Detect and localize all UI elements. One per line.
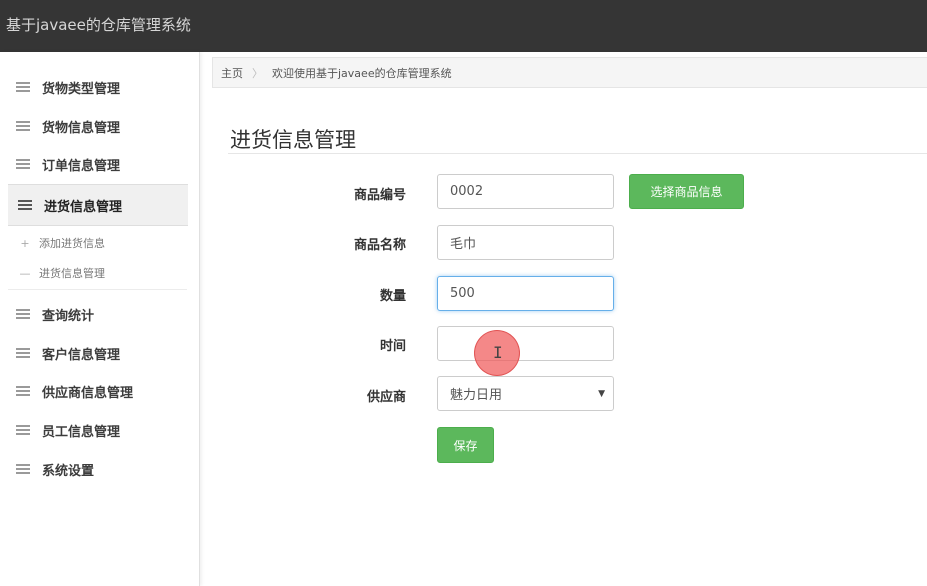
supplier-selected-value: 魅力日用 [450,388,503,403]
sidebar-item-statistics[interactable]: 查询统计 [0,296,199,332]
hamburger-icon [16,348,30,358]
plus-icon: + [20,236,30,250]
breadcrumb-current: 欢迎使用基于javaee的仓库管理系统 [272,66,452,80]
sidebar-item-label: 系统设置 [42,463,95,479]
sidebar-item-label: 货物信息管理 [42,120,121,136]
supplier-select[interactable]: 魅力日用 ▼ [437,376,614,411]
product-code-label: 商品编号 [353,188,406,203]
page-title: 进货信息管理 [230,128,356,152]
sidebar-item-orders[interactable]: 订单信息管理 [0,146,199,182]
hamburger-icon [16,425,30,435]
sidebar-item-cargo-types[interactable]: 货物类型管理 [0,69,199,105]
hamburger-icon [16,386,30,396]
submenu-item-label: 进货信息管理 [39,267,105,280]
breadcrumb-home-link[interactable]: 主页 [221,65,243,81]
sidebar-item-label: 货物类型管理 [42,81,121,97]
app-title[interactable]: 基于javaee的仓库管理系统 [6,14,191,35]
sidebar: 货物类型管理 货物信息管理 订单信息管理 进货信息管理 + 添加进货信息 — 进… [0,52,200,586]
quantity-label: 数量 [379,289,406,304]
caret-down-icon: ▼ [598,389,605,399]
product-code-input[interactable]: 0002 [437,174,614,209]
sidebar-item-label: 查询统计 [42,308,95,324]
product-name-input[interactable]: 毛巾 [437,225,614,260]
save-button[interactable]: 保存 [437,427,494,463]
breadcrumb-separator-icon: 〉 [252,66,263,80]
top-navbar: 基于javaee的仓库管理系统 [0,0,927,52]
sidebar-item-label: 员工信息管理 [42,424,121,440]
hamburger-icon [16,159,30,169]
sidebar-item-label: 供应商信息管理 [42,385,134,401]
product-name-label: 商品名称 [353,238,406,253]
text-cursor-icon: I [493,343,503,362]
submenu-item-manage-purchase[interactable]: — 进货信息管理 [0,262,187,284]
select-product-button[interactable]: 选择商品信息 [629,174,744,209]
sidebar-item-label: 客户信息管理 [42,347,121,363]
hamburger-icon [18,200,32,210]
hamburger-icon [16,464,30,474]
dash-icon: — [19,266,31,280]
hamburger-icon [16,121,30,131]
title-divider [228,153,927,154]
time-input[interactable] [437,326,614,361]
sidebar-item-cargo-info[interactable]: 货物信息管理 [0,108,199,144]
sidebar-item-label: 订单信息管理 [42,158,121,174]
sidebar-item-purchase[interactable]: 进货信息管理 [8,184,188,226]
sidebar-item-employees[interactable]: 员工信息管理 [0,412,199,448]
sidebar-item-settings[interactable]: 系统设置 [0,451,199,487]
sidebar-item-customers[interactable]: 客户信息管理 [0,335,199,371]
sidebar-item-suppliers[interactable]: 供应商信息管理 [0,373,199,409]
supplier-label: 供应商 [366,390,406,405]
mouse-cursor-highlight: I [474,330,520,376]
hamburger-icon [16,309,30,319]
hamburger-icon [16,82,30,92]
submenu-item-label: 添加进货信息 [39,237,105,250]
submenu-item-add-purchase[interactable]: + 添加进货信息 [0,232,187,254]
time-label: 时间 [379,339,406,354]
quantity-input[interactable]: 500 [437,276,614,311]
breadcrumb: 主页 〉 欢迎使用基于javaee的仓库管理系统 [212,57,927,88]
sidebar-item-label: 进货信息管理 [44,199,123,215]
